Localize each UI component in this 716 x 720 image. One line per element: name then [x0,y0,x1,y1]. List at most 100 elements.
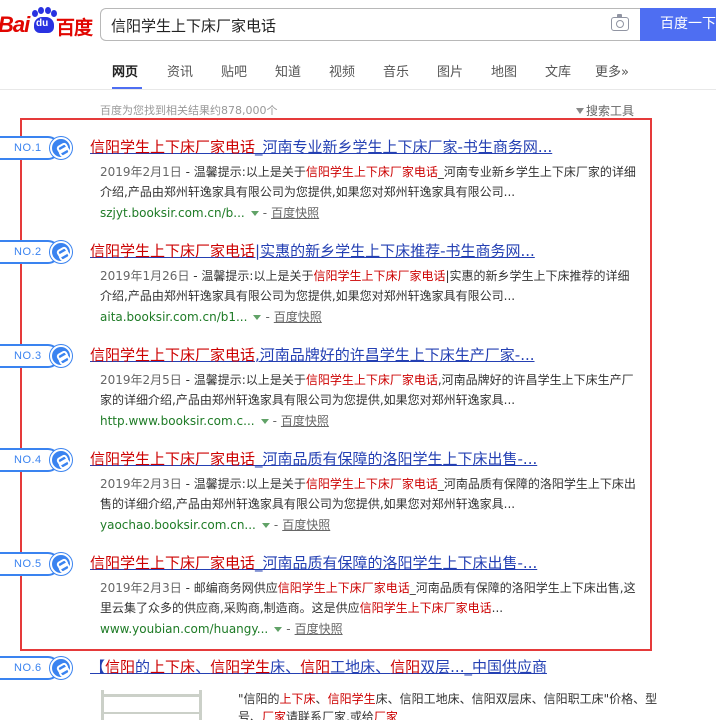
chevron-down-icon[interactable] [260,418,269,424]
search-result: 信阳学生上下床厂家电话_河南品质有保障的洛阳学生上下床出售-... 2019年2… [90,449,646,535]
tab-web[interactable]: 网页 [112,61,138,80]
tab-tieba[interactable]: 贴吧 [221,61,247,80]
result-title-link[interactable]: 【信阳的上下床、信阳学生床、信阳工地床、信阳双层..._中国供应商 [90,658,547,676]
title-highlight: 信阳学生上下床厂家电话 [90,242,256,260]
search-result: 信阳学生上下床厂家电话,河南品牌好的许昌学生上下床生产厂家-... 2019年2… [90,345,646,431]
rank-badge: NO.1 [0,136,76,160]
header: Bai du 百度 信阳学生上下床厂家电话 百度一下 [0,0,716,50]
result-title-link[interactable]: 信阳学生上下床厂家电话,河南品牌好的许昌学生上下床生产厂家-... [90,345,646,365]
snippet-text: - 邮编商务网供应 [181,581,278,595]
snapshot-link[interactable]: 百度快照 [282,518,330,532]
filter-icon [576,108,584,114]
search-result: 信阳学生上下床厂家电话_河南品质有保障的洛阳学生上下床出售-... 2019年2… [90,553,646,639]
tab-more[interactable]: 更多» [595,61,629,80]
result-date: 2019年1月26日 [100,269,190,283]
result-url-row: http.www.booksir.com.c... - 百度快照 [100,414,329,428]
link-icon [50,449,72,471]
snippet-highlight: 信阳学生上下床厂家电话 [313,269,446,283]
rank-badge: NO.2 [0,240,76,264]
result-date: 2019年2月3日 [100,581,182,595]
title-text: _河南专业新乡学生上下床厂家-书生商务网... [255,138,553,156]
title-highlight: 信阳学生上下床厂家电话 [90,554,256,572]
search-tools-label: 搜索工具 [586,104,635,118]
title-text: ,河南品牌好的许昌学生上下床生产厂家-... [255,346,535,364]
snippet-highlight: 信阳学生上下床厂家电话 [305,477,438,491]
snippet-text: - 温馨提示:以上是关于 [181,165,306,179]
chevron-down-icon[interactable] [274,626,283,632]
result-snippet: 2019年2月3日 - 邮编商务网供应信阳学生上下床厂家电话_河南品质有保障的洛… [90,578,636,618]
result-url[interactable]: yaochao.booksir.com.cn... [100,518,256,532]
result-date: 2019年2月1日 [100,165,182,179]
search-result: 【信阳的上下床、信阳学生床、信阳工地床、信阳双层..._中国供应商 "信阳的上下… [90,657,690,720]
result-url-row: szjyt.booksir.com.cn/b... - 百度快照 [100,206,320,220]
chevron-down-icon[interactable] [253,314,262,320]
result-snippet: 2019年2月5日 - 温馨提示:以上是关于信阳学生上下床厂家电话,河南品牌好的… [90,370,636,410]
result-date: 2019年2月5日 [100,373,182,387]
tab-news[interactable]: 资讯 [167,61,193,80]
result-date: 2019年2月3日 [100,477,182,491]
tab-wenku[interactable]: 文库 [545,61,571,80]
result-snippet: 2019年2月3日 - 温馨提示:以上是关于信阳学生上下床厂家电话_河南品质有保… [90,474,636,514]
snapshot-link[interactable]: 百度快照 [271,206,319,220]
snapshot-link[interactable]: 百度快照 [295,622,343,636]
search-tools-button[interactable]: 搜索工具 [576,102,634,119]
tab-video[interactable]: 视频 [329,61,355,80]
title-text: _河南品质有保障的洛阳学生上下床出售-... [255,450,538,468]
snippet-highlight: 信阳学生上下床厂家电话 [277,581,410,595]
camera-icon[interactable] [611,14,629,31]
snippet-text: - 温馨提示:以上是关于 [181,477,306,491]
rank-badge: NO.3 [0,344,76,368]
result-snippet: "信阳的上下床、信阳学生床、信阳工地床、信阳双层床、信阳职工床"价格、型号、厂家… [238,692,658,720]
search-button[interactable]: 百度一下 [640,8,716,41]
tab-map[interactable]: 地图 [491,61,517,80]
snippet-highlight: 信阳学生上下床厂家电话 [359,601,492,615]
result-url[interactable]: aita.booksir.com.cn/b1... [100,310,247,324]
snippet-highlight: 信阳学生上下床厂家电话 [305,165,438,179]
snippet-text: ... [491,601,504,615]
result-title-link[interactable]: 信阳学生上下床厂家电话|实惠的新乡学生上下床推荐-书生商务网... [90,241,646,261]
result-url-row: aita.booksir.com.cn/b1... - 百度快照 [100,310,322,324]
search-result: 信阳学生上下床厂家电话_河南专业新乡学生上下床厂家-书生商务网... 2019年… [90,137,646,223]
snapshot-link[interactable]: 百度快照 [281,414,329,428]
link-icon [50,657,72,679]
result-title-link[interactable]: 信阳学生上下床厂家电话_河南专业新乡学生上下床厂家-书生商务网... [90,137,646,157]
result-url-row: yaochao.booksir.com.cn... - 百度快照 [100,518,331,532]
title-text: _河南品质有保障的洛阳学生上下床出售-... [255,554,538,572]
title-text: |实惠的新乡学生上下床推荐-书生商务网... [255,242,535,260]
search-query-text: 信阳学生上下床厂家电话 [111,17,277,35]
chevron-down-icon[interactable] [250,210,259,216]
tab-zhidao[interactable]: 知道 [275,61,301,80]
result-thumbnail[interactable] [95,688,215,720]
result-title-link[interactable]: 信阳学生上下床厂家电话_河南品质有保障的洛阳学生上下床出售-... [90,449,646,469]
link-icon [50,345,72,367]
result-title-link[interactable]: 信阳学生上下床厂家电话_河南品质有保障的洛阳学生上下床出售-... [90,553,646,573]
link-icon [50,241,72,263]
result-snippet: 2019年2月1日 - 温馨提示:以上是关于信阳学生上下床厂家电话_河南专业新乡… [90,162,636,202]
title-highlight: 信阳学生上下床厂家电话 [90,138,256,156]
rank-badge: NO.6 [0,656,76,680]
search-input[interactable]: 信阳学生上下床厂家电话 [100,8,640,41]
paw-icon: du [32,7,57,33]
snippet-text: - 温馨提示:以上是关于 [189,269,314,283]
title-highlight: 信阳学生上下床厂家电话 [90,346,256,364]
snippet-highlight: 信阳学生上下床厂家电话 [305,373,438,387]
tab-images[interactable]: 图片 [437,61,463,80]
result-url-row: www.youbian.com/huangy... - 百度快照 [100,622,343,636]
logo-du-text: du [36,18,49,29]
rank-badge: NO.4 [0,448,76,472]
baidu-logo[interactable]: Bai du 百度 [0,6,96,44]
link-icon [50,137,72,159]
tab-music[interactable]: 音乐 [383,61,409,80]
search-tabs: 网页 资讯 贴吧 知道 视频 音乐 图片 地图 文库 更多» [0,50,716,90]
search-result: 信阳学生上下床厂家电话|实惠的新乡学生上下床推荐-书生商务网... 2019年1… [90,241,646,327]
snapshot-link[interactable]: 百度快照 [274,310,322,324]
result-url[interactable]: http.www.booksir.com.c... [100,414,255,428]
result-snippet: 2019年1月26日 - 温馨提示:以上是关于信阳学生上下床厂家电话|实惠的新乡… [90,266,636,306]
title-highlight: 信阳学生上下床厂家电话 [90,450,256,468]
chevron-down-icon[interactable] [261,522,270,528]
result-url[interactable]: www.youbian.com/huangy... [100,622,268,636]
active-tab-indicator [112,87,142,89]
result-url[interactable]: szjyt.booksir.com.cn/b... [100,206,245,220]
logo-cn-text: 百度 [56,17,93,39]
link-icon [50,553,72,575]
